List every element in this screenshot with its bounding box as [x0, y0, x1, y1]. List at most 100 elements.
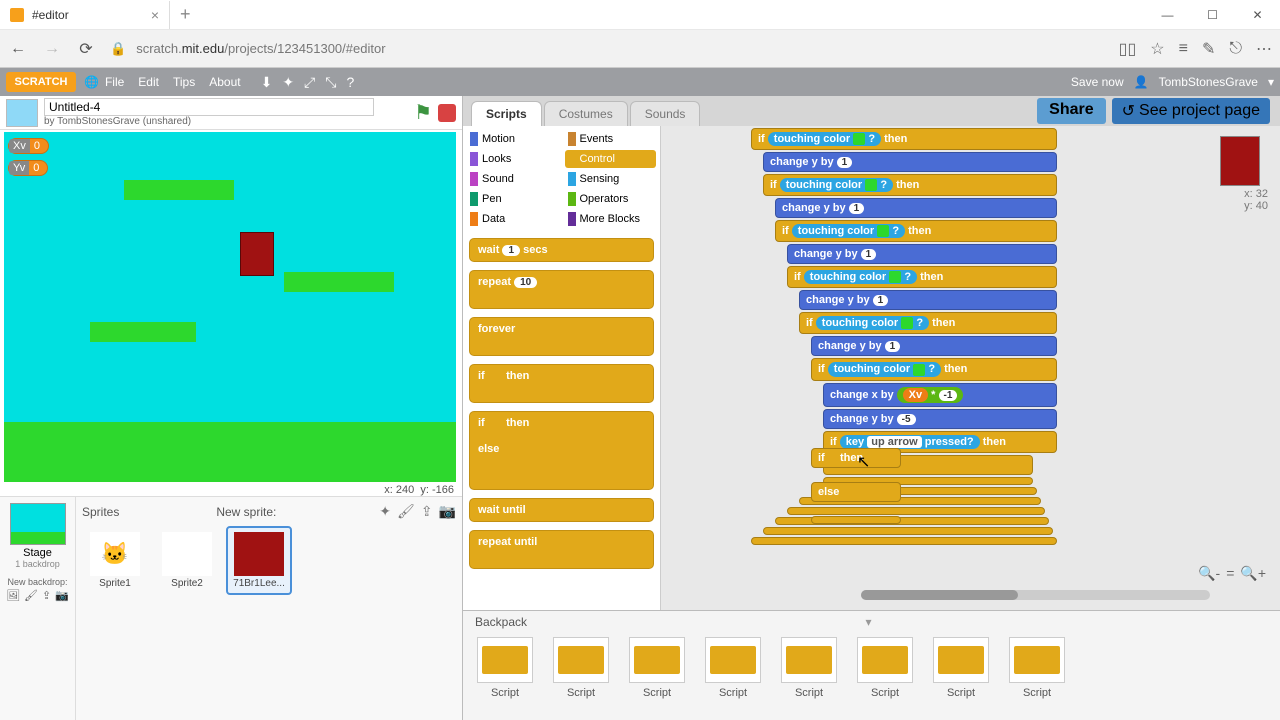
- shrink-icon[interactable]: ⤡: [325, 74, 336, 91]
- green-flag-button[interactable]: ⚑: [414, 100, 432, 125]
- refresh-button[interactable]: ⟳: [76, 39, 96, 59]
- stage-thumbnail[interactable]: [10, 503, 66, 545]
- menu-about[interactable]: About: [209, 75, 240, 89]
- duplicate-icon[interactable]: ✦: [282, 74, 294, 91]
- cat-control[interactable]: Control: [565, 150, 657, 168]
- ground: [4, 422, 456, 482]
- fullscreen-icon[interactable]: [6, 99, 38, 127]
- zoom-reset-icon[interactable]: =: [1226, 565, 1234, 582]
- upload-backdrop-icon[interactable]: ⇪: [42, 589, 51, 602]
- backpack-toggle-icon[interactable]: ▾: [865, 615, 871, 629]
- choose-sprite-icon[interactable]: ✦: [379, 503, 391, 520]
- backpack-item[interactable]: Script: [553, 637, 609, 699]
- paint-sprite-icon[interactable]: 🖌: [397, 503, 415, 520]
- platform: [124, 180, 234, 200]
- sprite-preview: [1220, 136, 1260, 186]
- backpack-item[interactable]: Script: [857, 637, 913, 699]
- backpack-item[interactable]: Script: [1009, 637, 1065, 699]
- stage[interactable]: Xv0 Yv0: [4, 132, 456, 482]
- sprite-thumb-selected[interactable]: 71Br1Lee...: [226, 526, 292, 595]
- cat-sound[interactable]: Sound: [467, 170, 559, 188]
- tab-scripts[interactable]: Scripts: [471, 101, 542, 126]
- see-project-button[interactable]: ↺ See project page: [1112, 98, 1270, 124]
- menu-edit[interactable]: Edit: [138, 75, 159, 89]
- horizontal-scrollbar[interactable]: [861, 590, 1210, 600]
- paint-backdrop-icon[interactable]: 🖌: [24, 589, 38, 602]
- cat-motion[interactable]: Motion: [467, 130, 559, 148]
- backpack-label: Backpack: [475, 615, 527, 629]
- favorite-icon[interactable]: ☆: [1150, 39, 1164, 59]
- back-button[interactable]: ←: [8, 40, 28, 58]
- block-palette: Motion Events Looks Control Sound Sensin…: [463, 126, 661, 610]
- block-if[interactable]: if then: [469, 364, 654, 403]
- stop-button[interactable]: [438, 104, 456, 122]
- script-coords: x: 32y: 40: [1244, 188, 1268, 212]
- choose-backdrop-icon[interactable]: 🖼: [6, 589, 20, 602]
- tab-close-icon[interactable]: ×: [151, 7, 159, 23]
- forward-button[interactable]: →: [42, 40, 62, 58]
- close-button[interactable]: ✕: [1235, 0, 1280, 30]
- tab-costumes[interactable]: Costumes: [544, 101, 628, 126]
- url-field[interactable]: 🔒 scratch.mit.edu/projects/123451300/#ed…: [110, 41, 1105, 57]
- block-if-else[interactable]: if thenelse: [469, 411, 654, 490]
- menu-file[interactable]: File: [105, 75, 124, 89]
- more-icon[interactable]: ⋯: [1256, 39, 1272, 59]
- download-icon[interactable]: ⬇: [261, 74, 273, 91]
- scratch-logo[interactable]: SCRATCH: [6, 72, 76, 92]
- backpack-item[interactable]: Script: [933, 637, 989, 699]
- cat-pen[interactable]: Pen: [467, 190, 559, 208]
- sprite-on-stage[interactable]: [240, 232, 274, 276]
- reading-view-icon[interactable]: ▯▯: [1119, 39, 1137, 59]
- block-wait[interactable]: wait 1 secs: [469, 238, 654, 262]
- cat-operators[interactable]: Operators: [565, 190, 657, 208]
- block-forever[interactable]: forever: [469, 317, 654, 356]
- block-repeat[interactable]: repeat 10: [469, 270, 654, 309]
- menu-tips[interactable]: Tips: [173, 75, 195, 89]
- browser-tab[interactable]: #editor ×: [0, 1, 170, 29]
- username[interactable]: TombStonesGrave: [1159, 75, 1258, 89]
- upload-sprite-icon[interactable]: ⇪: [421, 503, 433, 520]
- backpack: Backpack ▾ Script Script Script Script Sc…: [463, 610, 1280, 720]
- grow-icon[interactable]: ⤢: [304, 74, 315, 91]
- camera-sprite-icon[interactable]: 📷: [439, 503, 456, 520]
- note-icon[interactable]: ✎: [1202, 39, 1215, 59]
- backpack-item[interactable]: Script: [477, 637, 533, 699]
- tab-sounds[interactable]: Sounds: [630, 101, 701, 126]
- script-stack[interactable]: if touching color ? then change y by 1 i…: [751, 126, 1057, 545]
- maximize-button[interactable]: ☐: [1190, 0, 1235, 30]
- zoom-in-icon[interactable]: 🔍+: [1240, 565, 1266, 582]
- backpack-item[interactable]: Script: [781, 637, 837, 699]
- project-title-input[interactable]: [44, 98, 374, 116]
- lock-icon: 🔒: [110, 41, 126, 57]
- share-button[interactable]: Share: [1037, 98, 1105, 124]
- block-repeat-until[interactable]: repeat until: [469, 530, 654, 569]
- script-area[interactable]: x: 32y: 40 if touching color ? then chan…: [661, 126, 1280, 610]
- sprite-thumb[interactable]: 🐱Sprite1: [82, 526, 148, 595]
- cat-looks[interactable]: Looks: [467, 150, 559, 168]
- sprite-thumb[interactable]: Sprite2: [154, 526, 220, 595]
- favicon: [10, 8, 24, 22]
- cat-data[interactable]: Data: [467, 210, 559, 228]
- camera-backdrop-icon[interactable]: 📷: [55, 589, 69, 602]
- new-tab-button[interactable]: +: [170, 4, 201, 25]
- scratch-menu-bar: SCRATCH 🌐 File Edit Tips About ⬇ ✦ ⤢ ⤡ ?…: [0, 68, 1280, 96]
- hub-icon[interactable]: ≡: [1179, 40, 1188, 58]
- help-icon[interactable]: ?: [346, 74, 354, 91]
- save-now[interactable]: Save now: [1071, 75, 1124, 89]
- share-icon[interactable]: ⎋: [1229, 40, 1242, 58]
- cat-more[interactable]: More Blocks: [565, 210, 657, 228]
- user-icon: 👤: [1134, 75, 1149, 89]
- backpack-item[interactable]: Script: [629, 637, 685, 699]
- block-wait-until[interactable]: wait until: [469, 498, 654, 522]
- tab-title: #editor: [32, 8, 69, 22]
- cat-events[interactable]: Events: [565, 130, 657, 148]
- platform: [90, 322, 196, 342]
- globe-icon[interactable]: 🌐: [84, 75, 99, 89]
- backpack-item[interactable]: Script: [705, 637, 761, 699]
- cat-sensing[interactable]: Sensing: [565, 170, 657, 188]
- minimize-button[interactable]: —: [1145, 0, 1190, 30]
- sprites-label: Sprites: [82, 505, 119, 519]
- zoom-out-icon[interactable]: 🔍-: [1198, 565, 1220, 582]
- monitor-xv: Xv0: [8, 138, 49, 154]
- dragging-block[interactable]: if then else ↖: [811, 446, 901, 524]
